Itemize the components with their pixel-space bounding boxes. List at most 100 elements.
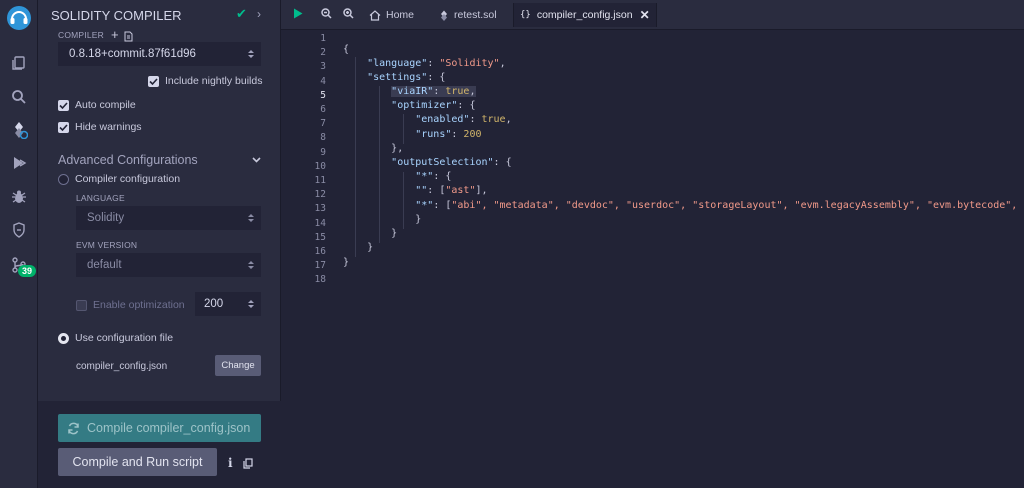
hide-warnings-checkbox[interactable]: Hide warnings <box>58 121 142 133</box>
select-arrows-icon <box>248 261 254 269</box>
check-icon: ✔ <box>236 6 247 21</box>
checkbox-checked-icon[interactable] <box>58 99 69 111</box>
code-token: true <box>481 114 506 125</box>
line-number: 11 <box>314 175 326 186</box>
advanced-configurations-toggle[interactable]: Advanced Configurations <box>58 153 198 167</box>
language-select[interactable]: Solidity <box>76 206 261 230</box>
line-number: 2 <box>320 47 326 59</box>
include-nightly-label: Include nightly builds <box>165 75 263 87</box>
code-line-2: { <box>343 44 349 55</box>
code-token: "outputSelection" <box>391 157 494 168</box>
close-tab-icon[interactable]: ✕ <box>640 8 650 22</box>
stepper-arrows-icon[interactable] <box>248 299 254 309</box>
tab-home[interactable]: Home <box>369 3 414 27</box>
code-line-10: "outputSelection": { <box>391 157 512 168</box>
copy-icon[interactable] <box>243 456 253 469</box>
tab-retest-sol[interactable]: retest.sol <box>440 3 497 27</box>
compile-and-run-button[interactable]: Compile and Run script <box>58 448 217 476</box>
editor-tabbar: Home retest.sol {} compiler_config.json … <box>281 0 1024 30</box>
config-file-name: compiler_config.json <box>76 361 168 372</box>
enable-optimization-checkbox[interactable]: Enable optimization <box>76 299 185 311</box>
compiler-version-select[interactable]: 0.8.18+commit.87f61d96 <box>58 42 261 66</box>
debugger-icon[interactable] <box>8 186 30 208</box>
line-number: 1 <box>320 33 326 44</box>
evm-version-value: default <box>87 259 122 271</box>
tab-home-label: Home <box>386 9 415 21</box>
compile-footer: Compile compiler_config.json Compile and… <box>38 401 281 488</box>
evm-version-select[interactable]: default <box>76 253 261 277</box>
info-icon[interactable]: i <box>228 456 233 470</box>
checkbox-checked-icon[interactable] <box>148 75 159 87</box>
panel-title: SOLIDITY COMPILER <box>51 8 182 23</box>
code-token: "enabled" <box>415 114 470 125</box>
search-icon[interactable] <box>8 86 30 108</box>
zoom-out-icon[interactable] <box>321 8 332 22</box>
runs-value: 200 <box>204 298 224 310</box>
add-compiler-icon[interactable]: + <box>111 27 119 42</box>
code-line-4: "settings": { <box>367 72 446 83</box>
line-number: 3 <box>320 61 326 73</box>
code-line-17: } <box>343 257 349 268</box>
code-line-3: "language": "Solidity", <box>367 58 506 69</box>
select-arrows-icon <box>248 50 254 58</box>
code-line-11: "*": { <box>415 171 452 182</box>
tab-compiler-config[interactable]: {} compiler_config.json ✕ <box>513 3 657 27</box>
editor-area: Home retest.sol {} compiler_config.json … <box>281 0 1024 488</box>
line-number: 10 <box>314 160 326 172</box>
zoom-in-icon[interactable] <box>343 8 354 22</box>
file-explorer-icon[interactable] <box>8 52 30 74</box>
line-number: 15 <box>314 231 326 243</box>
compiler-version-value: 0.8.18+commit.87f61d96 <box>69 48 196 60</box>
auto-compile-checkbox[interactable]: Auto compile <box>58 99 136 111</box>
run-icon[interactable] <box>293 8 303 22</box>
compile-button[interactable]: Compile compiler_config.json <box>58 414 261 442</box>
line-number: 6 <box>320 104 326 115</box>
code-line-6: "optimizer": { <box>391 100 476 111</box>
use-configuration-file-label: Use configuration file <box>75 332 174 344</box>
line-number: 8 <box>320 132 326 144</box>
compiler-configuration-radio[interactable]: Compiler configuration <box>58 173 180 185</box>
enable-optimization-label: Enable optimization <box>93 299 185 311</box>
code-token: } <box>391 228 398 239</box>
code-token: "*" <box>415 171 434 182</box>
line-number: 9 <box>320 146 326 158</box>
line-number: 14 <box>314 217 326 229</box>
code-token: "" <box>415 185 428 196</box>
code-line-16: } <box>343 242 373 253</box>
compile-button-label: Compile compiler_config.json <box>87 421 251 435</box>
use-configuration-file-radio[interactable]: Use configuration file <box>58 332 173 344</box>
code-token: } <box>343 257 350 268</box>
runs-input[interactable]: 200 <box>195 292 261 316</box>
security-plugin-icon[interactable] <box>8 219 30 241</box>
change-config-button[interactable]: Change <box>215 355 261 376</box>
remix-logo-icon[interactable] <box>6 5 32 31</box>
hide-warnings-label: Hide warnings <box>75 121 142 133</box>
line-number: 13 <box>314 203 326 215</box>
checkbox-checked-icon[interactable] <box>58 121 69 133</box>
compiler-label: COMPILER <box>58 30 104 40</box>
checkbox-unchecked-icon[interactable] <box>76 299 87 311</box>
line-number: 5 <box>320 89 326 101</box>
line-number: 17 <box>314 260 326 272</box>
chevron-down-icon[interactable] <box>252 154 261 166</box>
chevron-right-icon[interactable]: › <box>257 7 261 21</box>
auto-compile-label: Auto compile <box>75 99 136 111</box>
line-number: 4 <box>320 75 326 87</box>
radio-unselected-icon[interactable] <box>58 173 69 185</box>
home-icon <box>369 9 381 21</box>
code-editor[interactable]: { "language": "Solidity", "settings": { … <box>343 30 1024 488</box>
remix-ide: 3 9 SOLIDITY COMPILER ✔ › COMPILER + 0.8.… <box>0 0 1024 488</box>
code-token: }, <box>391 143 404 154</box>
code-token: } <box>367 242 374 253</box>
code-token: "abi", "metadata", "devdoc", "userdoc", … <box>451 200 1024 211</box>
evm-version-label: EVM VERSION <box>76 240 138 250</box>
code-token: true <box>445 86 470 97</box>
code-line-5: "viaIR": true, <box>391 86 476 97</box>
include-nightly-checkbox[interactable]: Include nightly builds <box>148 75 262 87</box>
solidity-compiler-panel: SOLIDITY COMPILER ✔ › COMPILER + 0.8.18+… <box>38 0 281 488</box>
radio-selected-icon[interactable] <box>58 332 69 344</box>
code-token: "settings" <box>367 72 428 83</box>
line-number-gutter: 1 2 3 4 5 6 7 8 9 10 11 12 13 14 15 16 17 18 <box>281 30 343 488</box>
deploy-run-icon[interactable] <box>8 152 30 174</box>
solidity-compiler-icon[interactable] <box>8 119 30 141</box>
